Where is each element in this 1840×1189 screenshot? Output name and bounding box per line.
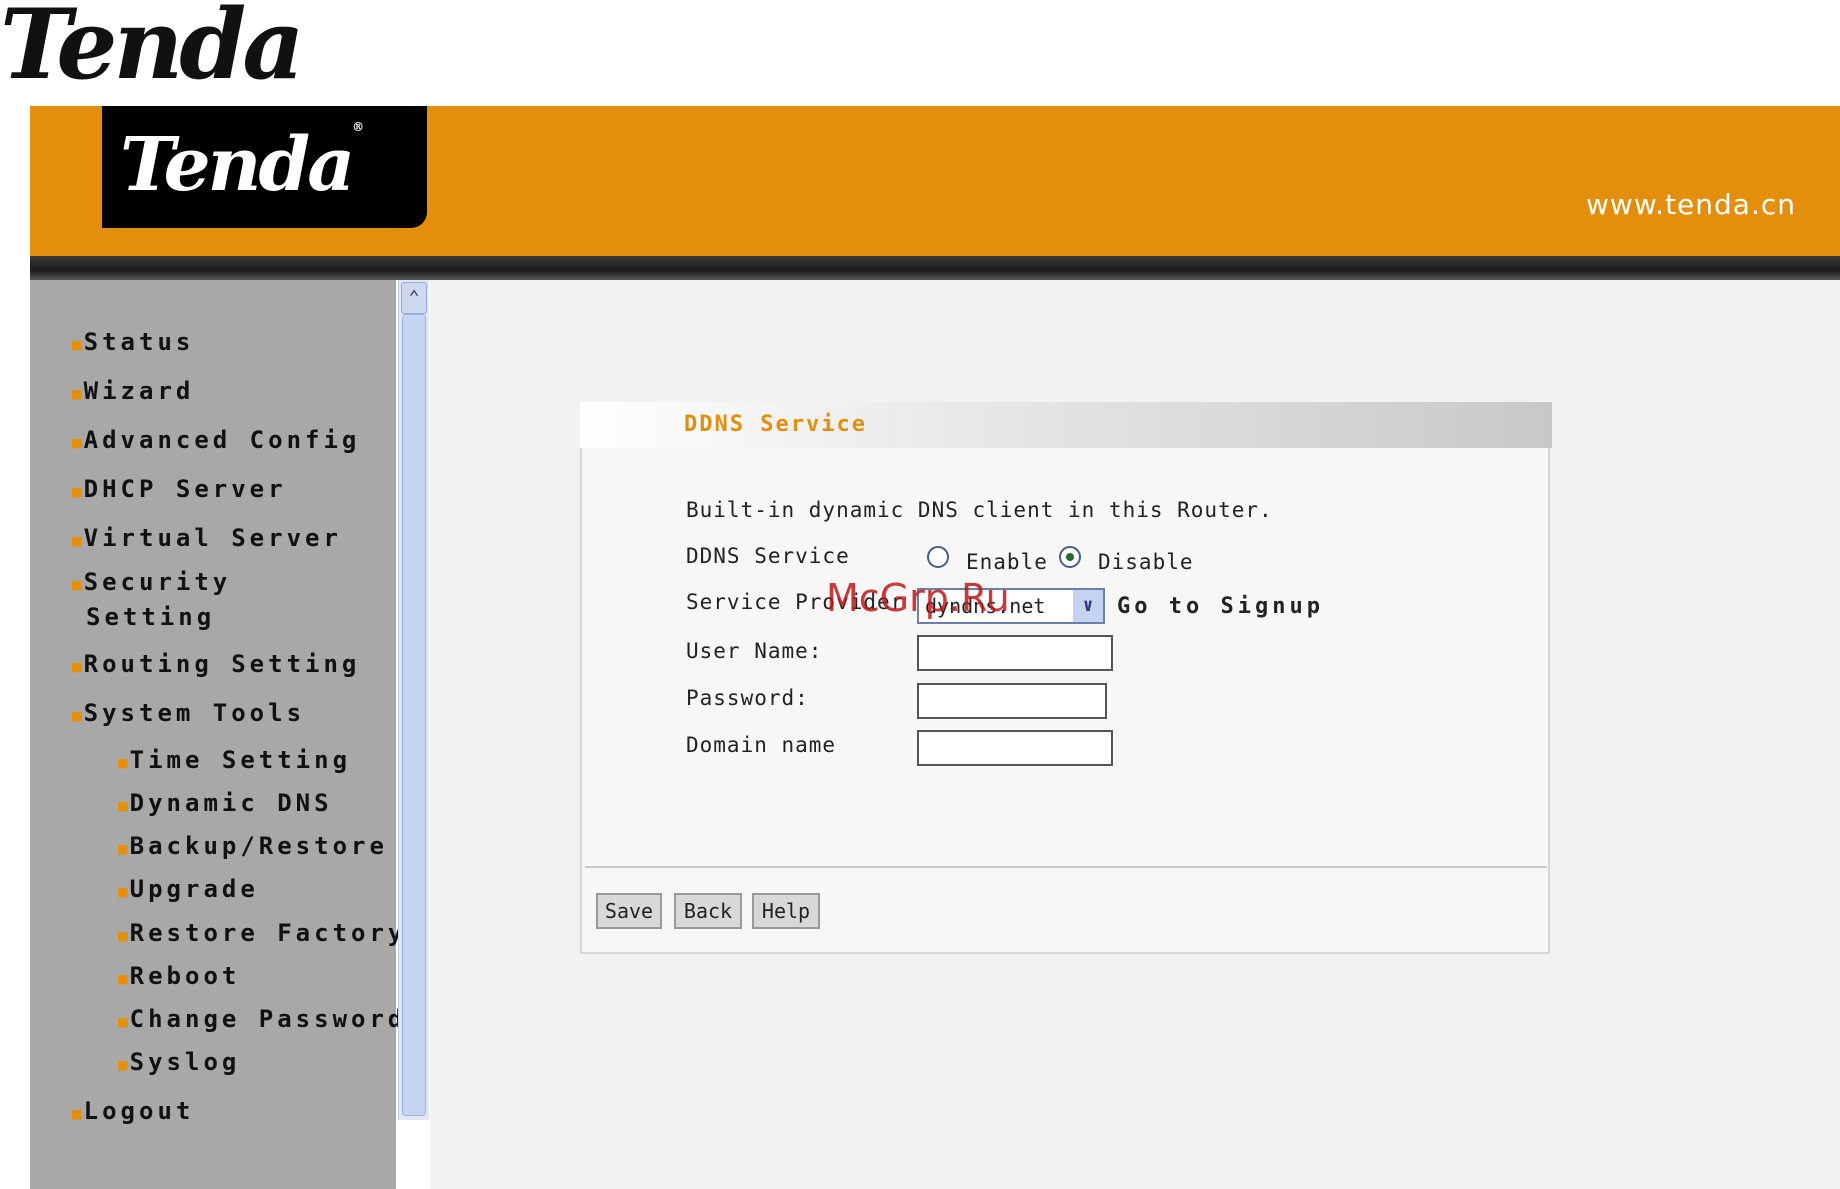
sidebar-item-label: System Tools xyxy=(83,699,306,727)
tenda-logo: Tenda® xyxy=(0,0,370,93)
sidebar-item-label: Security xyxy=(83,568,232,596)
bullet-icon: ■ xyxy=(118,926,128,945)
sidebar-item-label: Status xyxy=(83,328,195,356)
password-field[interactable] xyxy=(917,683,1107,719)
bullet-icon: ■ xyxy=(72,531,82,550)
bullet-icon: ■ xyxy=(72,657,82,676)
bullet-icon: ■ xyxy=(118,796,128,815)
bullet-icon: ■ xyxy=(72,482,82,501)
back-button[interactable]: Back xyxy=(674,893,742,929)
bullet-icon: ■ xyxy=(72,706,82,725)
ddns-panel xyxy=(580,402,1550,954)
sidebar-item-label-line2: Setting xyxy=(86,603,216,631)
sidebar-item-label: Time Setting xyxy=(129,746,352,774)
sidebar-item-dhcp-server[interactable]: ■DHCP Server xyxy=(72,473,287,508)
bullet-icon: ■ xyxy=(118,969,128,988)
username-label: User Name: xyxy=(686,639,823,663)
ddns-description: Built-in dynamic DNS client in this Rout… xyxy=(686,498,1273,522)
registered-mark: ® xyxy=(301,0,317,4)
router-header: Tenda® www.tenda.cn xyxy=(30,106,1840,256)
sidebar-subitem-upgrade[interactable]: ■Upgrade xyxy=(118,873,259,908)
sidebar-item-label: Dynamic DNS xyxy=(129,789,333,817)
header-logo: Tenda® xyxy=(120,120,364,210)
watermark: McGrp.Ru xyxy=(826,576,1010,620)
header-url[interactable]: www.tenda.cn xyxy=(1586,188,1796,221)
enable-label: Enable xyxy=(966,550,1048,574)
sidebar-subitem-dynamic-dns[interactable]: ■Dynamic DNS xyxy=(118,787,333,822)
domain-name-field[interactable] xyxy=(917,730,1113,766)
sidebar-subitem-backup-restore[interactable]: ■Backup/Restore xyxy=(118,830,388,865)
chevron-down-icon[interactable]: ∨ xyxy=(1073,590,1103,622)
sidebar-item-wizard[interactable]: ■Wizard xyxy=(72,375,194,410)
sidebar-subitem-change-password[interactable]: ■Change Password xyxy=(118,1003,406,1038)
sidebar-item-label: DHCP Server xyxy=(83,475,287,503)
ddns-service-label: DDNS Service xyxy=(686,544,850,568)
sidebar-item-label: Change Password xyxy=(129,1005,407,1033)
sidebar-item-label: Logout xyxy=(83,1097,195,1125)
enable-radio[interactable] xyxy=(927,546,949,568)
header-logo-box: Tenda® xyxy=(102,106,427,228)
disable-radio[interactable] xyxy=(1059,546,1081,568)
sidebar-item-label: Restore Factory xyxy=(129,919,407,947)
scrollbar-thumb[interactable] xyxy=(402,314,426,1116)
bullet-icon: ■ xyxy=(72,575,82,594)
sidebar-item-status[interactable]: ■Status xyxy=(72,326,194,361)
scroll-up-arrow-icon[interactable]: ⌃ xyxy=(401,282,427,314)
sidebar-subitem-time-setting[interactable]: ■Time Setting xyxy=(118,744,351,779)
sidebar-item-routing-setting[interactable]: ■Routing Setting xyxy=(72,648,360,683)
sidebar-subitem-syslog[interactable]: ■Syslog xyxy=(118,1046,240,1081)
username-field[interactable] xyxy=(917,635,1113,671)
sidebar-item-label: Virtual Server xyxy=(83,524,342,552)
sidebar-subitem-reboot[interactable]: ■Reboot xyxy=(118,960,240,995)
header-logo-text: Tenda xyxy=(120,122,355,208)
panel-divider xyxy=(585,866,1547,868)
signup-link[interactable]: Go to Signup xyxy=(1117,594,1324,619)
sidebar-item-label: Wizard xyxy=(83,377,195,405)
disable-label: Disable xyxy=(1098,550,1194,574)
sidebar-subitem-restore-factory[interactable]: ■Restore Factory xyxy=(118,917,406,952)
logo-text: Tenda xyxy=(0,0,305,101)
password-label: Password: xyxy=(686,686,809,710)
sidebar-item-logout[interactable]: ■Logout xyxy=(72,1095,194,1130)
sidebar-item-advanced-config[interactable]: ■Advanced Config xyxy=(72,424,360,459)
sidebar-nav: ■Status ■Wizard ■Advanced Config ■DHCP S… xyxy=(30,280,402,1189)
sidebar-item-label: Routing Setting xyxy=(83,650,361,678)
header-registered-mark: ® xyxy=(352,120,365,134)
header-divider-bar xyxy=(30,256,1840,280)
bullet-icon: ■ xyxy=(118,882,128,901)
save-button[interactable]: Save xyxy=(596,893,662,929)
sidebar-item-label: Advanced Config xyxy=(83,426,361,454)
sidebar-item-system-tools[interactable]: ■System Tools xyxy=(72,697,305,732)
bullet-icon: ■ xyxy=(118,1055,128,1074)
bullet-icon: ■ xyxy=(72,384,82,403)
bullet-icon: ■ xyxy=(72,433,82,452)
bullet-icon: ■ xyxy=(72,1104,82,1123)
bullet-icon: ■ xyxy=(118,1012,128,1031)
panel-title: DDNS Service xyxy=(684,412,867,437)
sidebar-item-security-setting[interactable]: ■Security Setting xyxy=(72,566,231,633)
sidebar-item-label: Syslog xyxy=(129,1048,241,1076)
domain-name-label: Domain name xyxy=(686,733,837,757)
bullet-icon: ■ xyxy=(118,753,128,772)
sidebar-item-label: Upgrade xyxy=(129,875,259,903)
sidebar-item-virtual-server[interactable]: ■Virtual Server xyxy=(72,522,342,557)
bullet-icon: ■ xyxy=(72,335,82,354)
bullet-icon: ■ xyxy=(118,839,128,858)
panel-title-bar: DDNS Service xyxy=(580,402,1552,448)
sidebar-item-label: Reboot xyxy=(129,962,241,990)
help-button[interactable]: Help xyxy=(752,893,820,929)
sidebar-item-label: Backup/Restore xyxy=(129,832,388,860)
sidebar-scrollbar[interactable]: ⌃ xyxy=(398,280,429,1120)
